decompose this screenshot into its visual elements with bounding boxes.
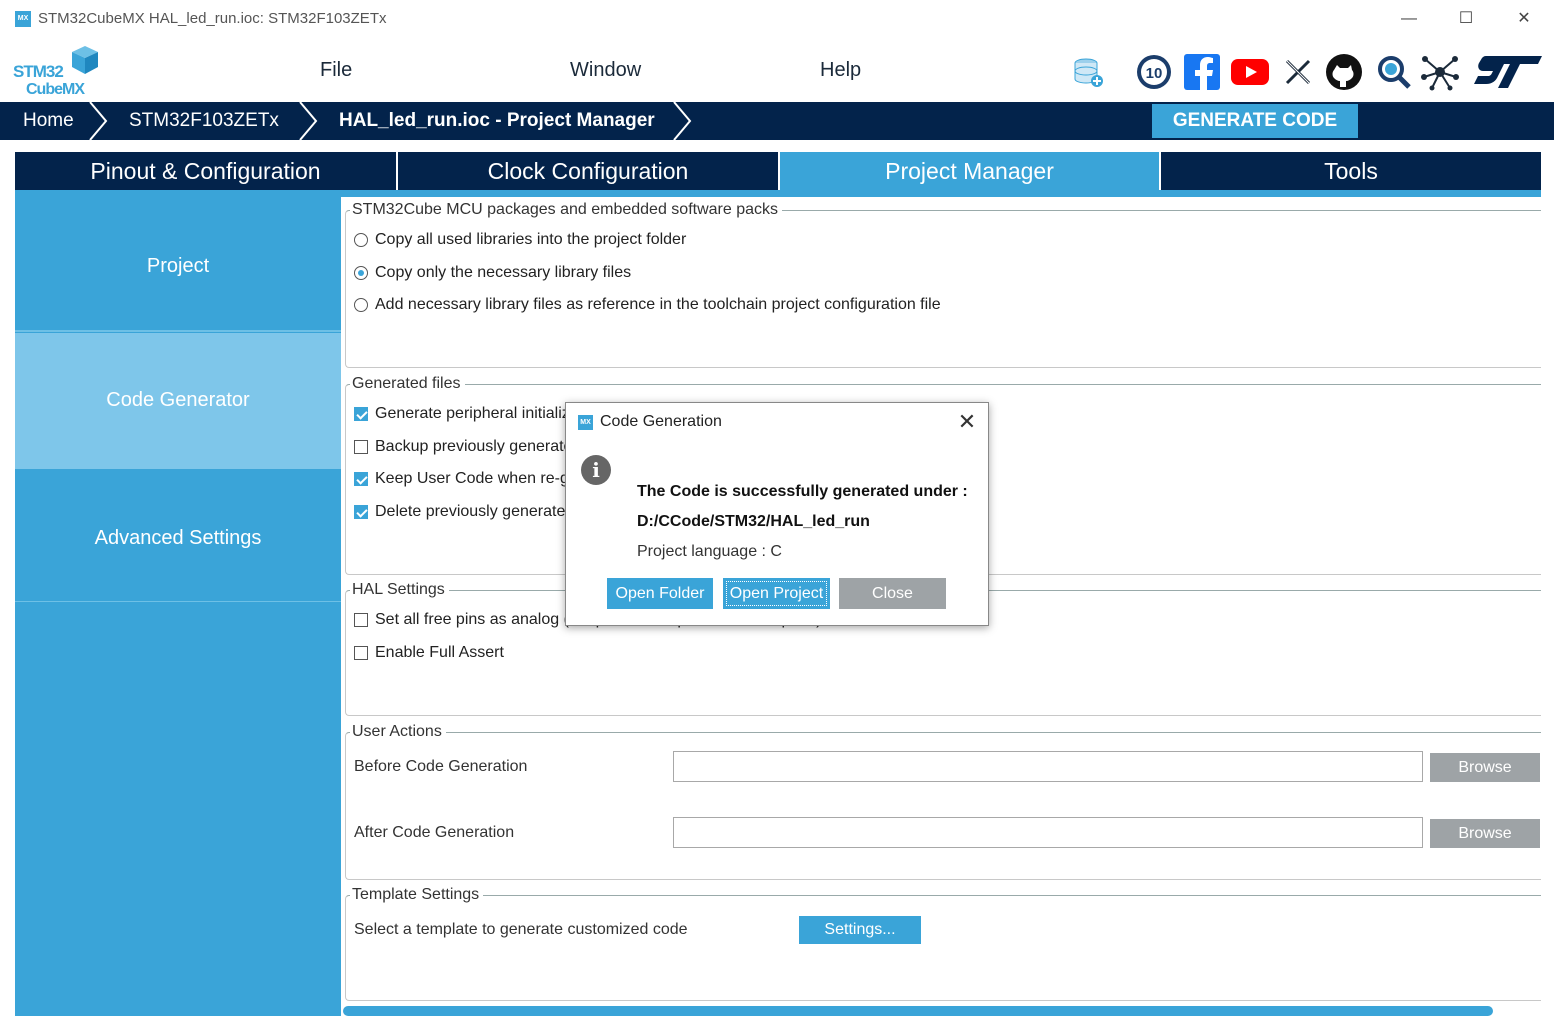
network-icon[interactable] xyxy=(1420,52,1460,92)
browse-before-button[interactable]: Browse xyxy=(1430,753,1540,782)
hal-settings-title: HAL Settings xyxy=(350,581,449,599)
check-full-assert[interactable]: Enable Full Assert xyxy=(354,644,504,662)
generated-files-title: Generated files xyxy=(350,375,465,393)
dialog-close-icon[interactable]: ✕ xyxy=(956,409,978,435)
sidebar-divider xyxy=(15,601,341,602)
horizontal-scrollbar[interactable] xyxy=(343,1006,1493,1016)
before-generation-input[interactable] xyxy=(673,751,1423,782)
breadcrumb-project[interactable]: HAL_led_run.ioc - Project Manager xyxy=(339,102,655,140)
close-window-button[interactable]: ✕ xyxy=(1509,8,1539,30)
generate-code-button[interactable]: GENERATE CODE xyxy=(1152,104,1358,138)
maximize-button[interactable]: ☐ xyxy=(1451,8,1481,30)
dialog-title: Code Generation xyxy=(600,413,722,430)
radio-add-reference[interactable]: Add necessary library files as reference… xyxy=(354,296,941,314)
logo-cubemx: CubeMX xyxy=(26,81,85,98)
minimize-button[interactable]: — xyxy=(1394,8,1424,30)
dialog-language: Project language : C xyxy=(637,543,782,560)
dialog-path: D:/CCode/STM32/HAL_led_run xyxy=(637,513,870,530)
sidebar-item-advanced-settings[interactable]: Advanced Settings xyxy=(15,469,341,601)
template-settings-group xyxy=(345,895,1541,1001)
dialog-close-button[interactable]: Close xyxy=(839,578,946,609)
breadcrumb-chevron-icon xyxy=(89,102,108,140)
menu-file[interactable]: File xyxy=(320,59,352,82)
check-keep-user-code[interactable]: Keep User Code when re-g xyxy=(354,470,569,488)
checkbox[interactable] xyxy=(354,472,368,486)
open-folder-button[interactable]: Open Folder xyxy=(607,578,713,609)
window-title: STM32CubeMX HAL_led_run.ioc: STM32F103ZE… xyxy=(38,10,387,27)
tab-project-manager[interactable]: Project Manager xyxy=(780,152,1159,190)
database-icon[interactable] xyxy=(1068,52,1108,92)
sidebar: Project Code Generator Advanced Settings xyxy=(15,197,341,1016)
checkbox[interactable] xyxy=(354,407,368,421)
radio-button[interactable] xyxy=(354,266,368,280)
breadcrumb-home[interactable]: Home xyxy=(23,102,74,140)
radio-button[interactable] xyxy=(354,233,368,247)
youtube-icon[interactable] xyxy=(1230,52,1270,92)
check-backup-previous[interactable]: Backup previously generate xyxy=(354,438,572,456)
menu-help[interactable]: Help xyxy=(820,59,861,82)
tab-clock-configuration[interactable]: Clock Configuration xyxy=(398,152,778,190)
logo-stm32: STM32 xyxy=(13,62,64,81)
github-icon[interactable] xyxy=(1324,52,1364,92)
checkbox[interactable] xyxy=(354,505,368,519)
cube-logo-icon xyxy=(70,44,100,81)
after-generation-input[interactable] xyxy=(673,817,1423,848)
open-project-button[interactable]: Open Project xyxy=(723,578,830,609)
menu-window[interactable]: Window xyxy=(570,59,641,82)
dialog-message: The Code is successfully generated under… xyxy=(637,483,968,500)
template-settings-title: Template Settings xyxy=(350,886,484,904)
radio-button[interactable] xyxy=(354,298,368,312)
breadcrumb-chevron-icon xyxy=(299,102,318,140)
checkbox[interactable] xyxy=(354,440,368,454)
anniversary-badge-icon[interactable]: 10 xyxy=(1134,52,1174,92)
check-delete-previous[interactable]: Delete previously generated xyxy=(354,503,574,521)
settings-button[interactable]: Settings... xyxy=(799,916,921,944)
dialog-app-icon: MX xyxy=(578,415,593,430)
facebook-icon[interactable] xyxy=(1182,52,1222,92)
tab-underline xyxy=(15,190,1541,197)
tab-tools[interactable]: Tools xyxy=(1161,152,1541,190)
window-titlebar: MX STM32CubeMX HAL_led_run.ioc: STM32F10… xyxy=(0,0,1554,38)
before-generation-label: Before Code Generation xyxy=(354,758,528,775)
radio-copy-necessary[interactable]: Copy only the necessary library files xyxy=(354,264,631,282)
radio-copy-all[interactable]: Copy all used libraries into the project… xyxy=(354,231,686,249)
svg-text:10: 10 xyxy=(1146,65,1163,82)
breadcrumb-chevron-icon xyxy=(673,102,692,140)
st-logo-icon[interactable] xyxy=(1470,52,1546,92)
packages-group-title: STM32Cube MCU packages and embedded soft… xyxy=(350,201,782,219)
check-generate-peripheral[interactable]: Generate peripheral initializ xyxy=(354,405,570,423)
sidebar-divider xyxy=(15,330,341,332)
tab-pinout-configuration[interactable]: Pinout & Configuration xyxy=(15,152,396,190)
checkbox[interactable] xyxy=(354,613,368,627)
breadcrumb-mcu[interactable]: STM32F103ZETx xyxy=(129,102,279,140)
app-header: STM32 CubeMX File Window Help 10 xyxy=(0,38,1554,102)
user-actions-title: User Actions xyxy=(350,723,446,741)
sidebar-item-project[interactable]: Project xyxy=(15,197,341,330)
checkbox[interactable] xyxy=(354,646,368,660)
info-icon: i xyxy=(581,455,611,485)
browse-after-button[interactable]: Browse xyxy=(1430,819,1540,848)
x-icon[interactable] xyxy=(1278,52,1318,92)
code-generation-dialog: MX Code Generation ✕ i The Code is succe… xyxy=(565,402,989,626)
search-icon[interactable] xyxy=(1374,52,1414,92)
after-generation-label: After Code Generation xyxy=(354,824,515,841)
sidebar-item-code-generator[interactable]: Code Generator xyxy=(15,333,341,469)
app-icon: MX xyxy=(15,11,31,27)
template-label: Select a template to generate customized… xyxy=(354,921,688,938)
